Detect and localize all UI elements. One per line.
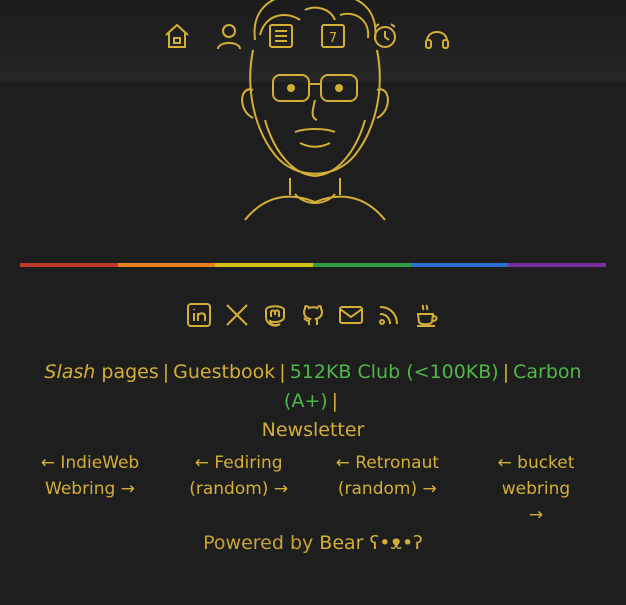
rainbow-segment (313, 263, 411, 267)
bear-link[interactable]: Bear ʕ•ᴥ•ʔ (319, 532, 423, 554)
nav-now[interactable] (368, 19, 402, 53)
mail-icon (339, 306, 363, 324)
powered-by-label: Powered by (203, 532, 314, 554)
webring-indieweb[interactable]: ← IndieWeb Webring → (20, 450, 160, 528)
separator: | (331, 390, 339, 412)
webring-fediring[interactable]: ← Fediring (random) → (169, 450, 309, 528)
separator: | (502, 361, 510, 383)
calendar-day-label: 7 (329, 31, 337, 46)
coffee-icon (416, 304, 438, 327)
webring-line-2: Webring → (45, 479, 135, 499)
nav-music[interactable] (420, 19, 454, 53)
home-icon (165, 23, 189, 48)
webring-line-2: → (528, 505, 544, 525)
rainbow-segment (508, 263, 607, 267)
webring-links: ← IndieWeb Webring → ← Fediring (random)… (20, 450, 606, 528)
nav-calendar[interactable]: 7 (316, 19, 350, 53)
webring-line-1: ← Retronaut (335, 453, 440, 473)
newsletter-link[interactable]: Newsletter (262, 419, 365, 441)
webring-retronaut[interactable]: ← Retronaut (random) → (317, 450, 457, 528)
mastodon-icon (265, 305, 285, 327)
github-icon (302, 304, 324, 325)
x-link[interactable] (224, 302, 250, 328)
webring-line-1: ← Fediring (194, 453, 283, 473)
rainbow-segment (20, 263, 118, 267)
webring-bucket[interactable]: ← bucket webring → (466, 450, 606, 528)
linkedin-link[interactable] (186, 302, 212, 328)
notes-icon (269, 24, 293, 48)
webring-line-1: ← bucket webring (497, 453, 575, 499)
rainbow-segment (117, 263, 216, 267)
guestbook-link[interactable]: Guestbook (173, 361, 275, 383)
x-icon (226, 304, 248, 326)
footer: Powered by Bear ʕ•ᴥ•ʔ (0, 532, 626, 555)
pages-label: pages (101, 361, 159, 383)
rainbow-divider (20, 263, 607, 267)
webring-line-1: ← IndieWeb (40, 453, 140, 473)
rss-icon (379, 306, 398, 325)
512kb-club-link[interactable]: 512KB Club (<100KB) (290, 361, 499, 383)
headphones-icon (425, 31, 449, 49)
github-link[interactable] (300, 302, 326, 328)
site-links: Slash pages | Guestbook | 512KB Club (<100KB… (20, 358, 606, 445)
slash-pages-link[interactable]: Slash pages (44, 361, 158, 383)
email-link[interactable] (338, 302, 364, 328)
mastodon-link[interactable] (262, 302, 288, 328)
nav-about[interactable] (212, 19, 246, 53)
slash-label: Slash (44, 361, 96, 383)
nav-home[interactable] (160, 19, 194, 53)
rainbow-segment (215, 263, 314, 267)
rainbow-segment (410, 263, 509, 267)
linkedin-icon (187, 303, 211, 327)
separator: | (279, 361, 286, 383)
rss-link[interactable] (376, 302, 402, 328)
webring-line-2: (random) → (189, 479, 289, 499)
main-nav: 7 (160, 18, 460, 54)
webring-line-2: (random) → (337, 479, 437, 499)
separator: | (162, 361, 170, 383)
social-links (186, 298, 442, 332)
clock-icon (374, 23, 396, 48)
calendar-icon: 7 (321, 24, 345, 48)
coffee-link[interactable] (414, 302, 440, 328)
user-icon (217, 24, 241, 50)
nav-notes[interactable] (264, 19, 298, 53)
